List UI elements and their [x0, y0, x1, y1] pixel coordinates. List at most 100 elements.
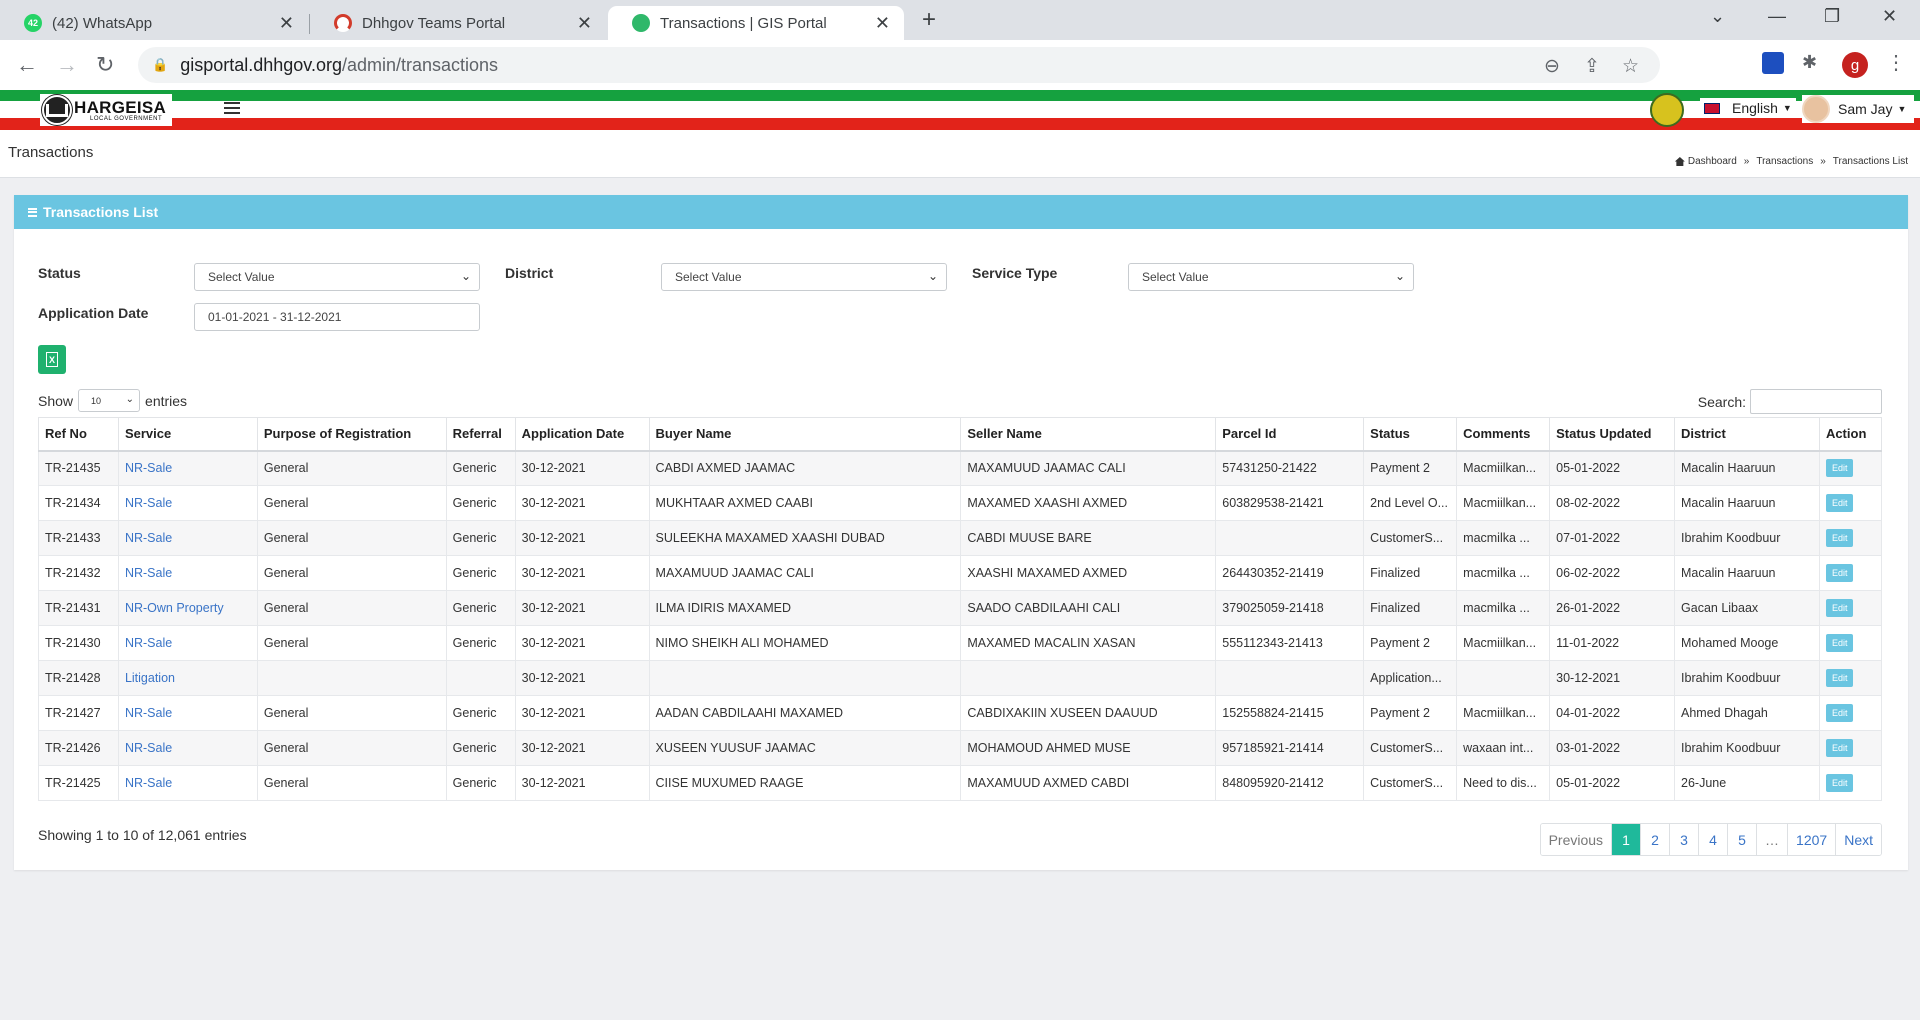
close-icon[interactable]: ✕	[577, 13, 592, 34]
profile-avatar[interactable]: g	[1842, 52, 1868, 78]
col-header[interactable]: Referral	[445, 417, 516, 452]
edit-button[interactable]: Edit	[1825, 564, 1854, 582]
col-header[interactable]: Purpose of Registration	[256, 417, 447, 452]
close-icon[interactable]: ✕	[279, 13, 294, 34]
pager-next[interactable]: Next	[1836, 824, 1881, 855]
edit-button[interactable]: Edit	[1825, 669, 1854, 687]
district-select[interactable]: Select Value ⌄	[661, 263, 947, 291]
col-header[interactable]: Application Date	[514, 417, 650, 452]
table-cell: TR-21431	[38, 590, 119, 626]
chevron-down-icon: ⌄	[927, 269, 938, 283]
service-link[interactable]: NR-Sale	[117, 520, 258, 556]
transactions-table: Ref No Service Purpose of Registration R…	[38, 417, 1883, 801]
flag-stripe-green	[0, 90, 1920, 101]
tab-title: (42) WhatsApp	[52, 14, 153, 32]
service-link[interactable]: NR-Sale	[117, 555, 258, 591]
tab-whatsapp[interactable]: 42 (42) WhatsApp ✕	[0, 6, 308, 40]
table-row: TR-21425 NR-Sale General Generic 30-12-2021 C…	[38, 765, 1883, 801]
search-input[interactable]	[1750, 389, 1882, 414]
pager-page-4[interactable]: 4	[1699, 824, 1729, 855]
card-header: Transactions List	[14, 195, 1908, 229]
service-link[interactable]: NR-Sale	[117, 485, 258, 521]
language-label: English	[1732, 100, 1778, 116]
edit-button[interactable]: Edit	[1825, 599, 1854, 617]
pager-page-2[interactable]: 2	[1641, 824, 1671, 855]
status-select[interactable]: Select Value ⌄	[194, 263, 480, 291]
minimize-icon[interactable]: —	[1768, 6, 1786, 27]
col-header[interactable]: Status	[1363, 417, 1458, 452]
service-link[interactable]: NR-Sale	[117, 765, 258, 801]
tab-teams-portal[interactable]: Dhhgov Teams Portal ✕	[310, 6, 606, 40]
application-date-input[interactable]: 01-01-2021 - 31-12-2021	[194, 303, 480, 331]
col-header[interactable]: District	[1674, 417, 1820, 452]
pager-page-1[interactable]: 1	[1612, 824, 1642, 855]
edit-button[interactable]: Edit	[1825, 774, 1854, 792]
table-cell: MAXAMUUD AXMED CABDI	[960, 765, 1217, 801]
table-cell: TR-21425	[38, 765, 119, 801]
window-close-icon[interactable]: ✕	[1882, 6, 1897, 27]
service-link[interactable]: Litigation	[117, 660, 258, 696]
col-header[interactable]: Buyer Name	[648, 417, 962, 452]
table-cell: 848095920-21412	[1215, 765, 1365, 801]
user-menu[interactable]: Sam Jay ▼	[1802, 95, 1915, 123]
pager-page-1207[interactable]: 1207	[1788, 824, 1837, 855]
breadcrumb-dashboard[interactable]: Dashboard	[1688, 156, 1737, 167]
col-header[interactable]: Ref No	[38, 417, 119, 452]
breadcrumb-transactions[interactable]: Transactions	[1756, 156, 1813, 167]
export-excel-button[interactable]: X	[38, 345, 66, 374]
puzzle-icon[interactable]: ✱	[1802, 52, 1824, 74]
hamburger-menu-icon[interactable]	[224, 102, 240, 114]
address-bar[interactable]: 🔒 gisportal.dhhgov.org/admin/transaction…	[138, 47, 1660, 83]
service-type-select[interactable]: Select Value ⌄	[1128, 263, 1414, 291]
extension-icon[interactable]	[1762, 52, 1784, 74]
new-tab-button[interactable]: +	[922, 6, 936, 34]
tab-transactions[interactable]: Transactions | GIS Portal ✕	[608, 6, 904, 40]
table-cell: 57431250-21422	[1215, 450, 1365, 486]
table-cell: MUKHTAAR AXMED CAABI	[648, 485, 962, 521]
forward-arrow-icon[interactable]: →	[56, 52, 78, 78]
hargeisa-logo[interactable]: HARGEISA LOCAL GOVERNMENT	[40, 94, 173, 126]
pager-page-5[interactable]: 5	[1728, 824, 1758, 855]
back-arrow-icon[interactable]: ←	[16, 52, 38, 78]
restore-icon[interactable]: ❐	[1824, 6, 1840, 27]
edit-button[interactable]: Edit	[1825, 634, 1854, 652]
service-link[interactable]: NR-Sale	[117, 695, 258, 731]
service-link[interactable]: NR-Own Property	[117, 590, 258, 626]
tab-title: Transactions | GIS Portal	[660, 14, 827, 32]
pager-page-3[interactable]: 3	[1670, 824, 1700, 855]
bookmark-star-icon[interactable]: ☆	[1622, 55, 1639, 78]
col-header[interactable]: Seller Name	[960, 417, 1217, 452]
table-cell: 03-01-2022	[1549, 730, 1676, 766]
service-link[interactable]: NR-Sale	[117, 625, 258, 661]
language-selector[interactable]: English ▼	[1700, 98, 1796, 118]
table-cell: XUSEEN YUUSUF JAAMAC	[648, 730, 962, 766]
more-menu-icon[interactable]: ⋮	[1886, 50, 1906, 75]
edit-button[interactable]: Edit	[1825, 739, 1854, 757]
service-link[interactable]: NR-Sale	[117, 730, 258, 766]
page-length-select[interactable]: 10 ⌄	[78, 389, 141, 412]
table-cell: Generic	[445, 590, 516, 626]
col-header[interactable]: Status Updated	[1549, 417, 1676, 452]
avatar	[1802, 95, 1830, 123]
col-header[interactable]: Comments	[1456, 417, 1551, 452]
share-icon[interactable]: ⇪	[1584, 55, 1600, 78]
close-icon[interactable]: ✕	[875, 13, 890, 34]
edit-button[interactable]: Edit	[1825, 494, 1854, 512]
pager-previous[interactable]: Previous	[1540, 824, 1613, 855]
entries-label: entries	[145, 392, 188, 409]
edit-button[interactable]: Edit	[1825, 459, 1854, 478]
edit-button[interactable]: Edit	[1825, 704, 1854, 722]
zoom-icon[interactable]: ⊖	[1544, 55, 1560, 78]
table-row: TR-21435 NR-Sale General Generic 30-12-2021 C…	[38, 450, 1883, 486]
tab-search-chevron-icon[interactable]: ⌄	[1710, 6, 1725, 27]
table-header-row: Ref No Service Purpose of Registration R…	[38, 417, 1883, 452]
table-cell: TR-21427	[38, 695, 119, 731]
reload-icon[interactable]: ↻	[96, 52, 114, 78]
service-link[interactable]: NR-Sale	[117, 450, 258, 486]
table-cell: macmilka ...	[1456, 590, 1551, 626]
col-header[interactable]: Parcel Id	[1215, 417, 1365, 452]
table-cell: 30-12-2021	[1549, 660, 1676, 696]
edit-button[interactable]: Edit	[1825, 529, 1854, 547]
col-header[interactable]: Service	[117, 417, 258, 452]
home-icon	[1674, 157, 1685, 166]
